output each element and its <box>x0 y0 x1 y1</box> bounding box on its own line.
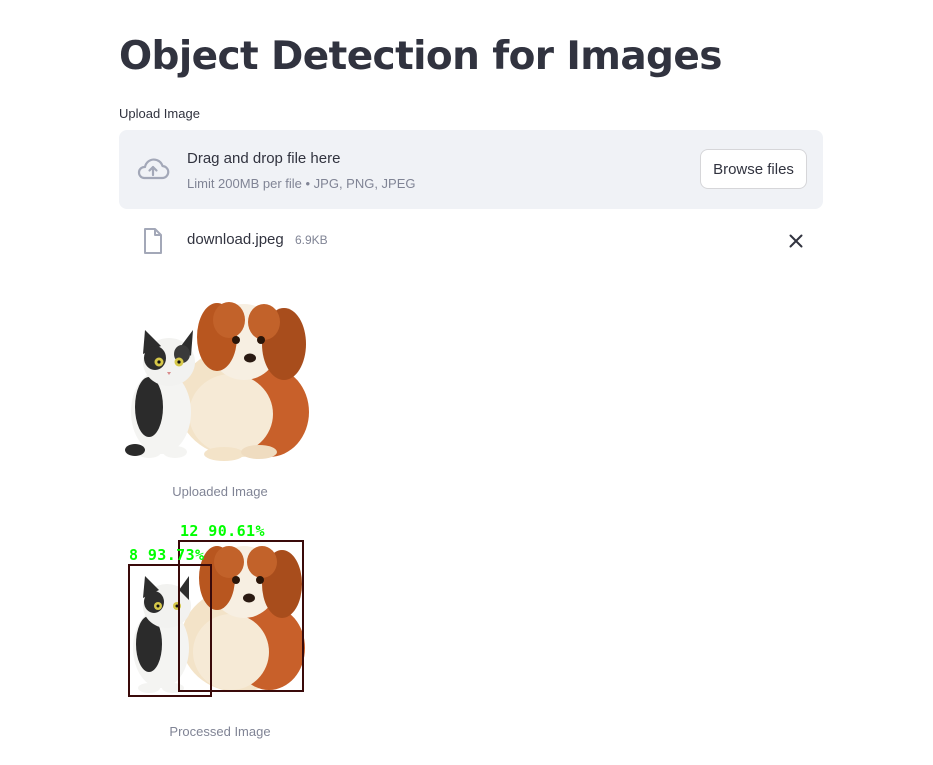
page-title: Object Detection for Images <box>119 34 722 79</box>
dropzone-limits: Limit 200MB per file • JPG, PNG, JPEG <box>187 176 416 191</box>
uploaded-file-size: 6.9KB <box>295 233 328 247</box>
detection-label-cat: 8 93.73% <box>129 546 204 564</box>
uploaded-image-caption: Uploaded Image <box>172 484 268 499</box>
close-icon[interactable] <box>787 232 805 250</box>
browse-files-button[interactable]: Browse files <box>700 149 807 189</box>
cloud-upload-icon <box>137 158 170 180</box>
uploaded-file-name: download.jpeg <box>187 231 284 248</box>
detection-label-dog: 12 90.61% <box>180 522 265 540</box>
uploader-label: Upload Image <box>119 106 200 121</box>
processed-image: 12 90.61% 8 93.73% <box>119 520 321 700</box>
uploaded-file-row: download.jpeg 6.9KB <box>119 224 823 258</box>
processed-image-caption: Processed Image <box>169 724 271 739</box>
uploaded-image <box>119 292 321 464</box>
dropzone-title: Drag and drop file here <box>187 150 341 167</box>
file-dropzone[interactable]: Drag and drop file here Limit 200MB per … <box>119 130 823 209</box>
file-icon <box>144 228 162 254</box>
cat-and-dog-photo <box>119 292 321 464</box>
processed-detection-photo: 12 90.61% 8 93.73% <box>119 520 321 700</box>
